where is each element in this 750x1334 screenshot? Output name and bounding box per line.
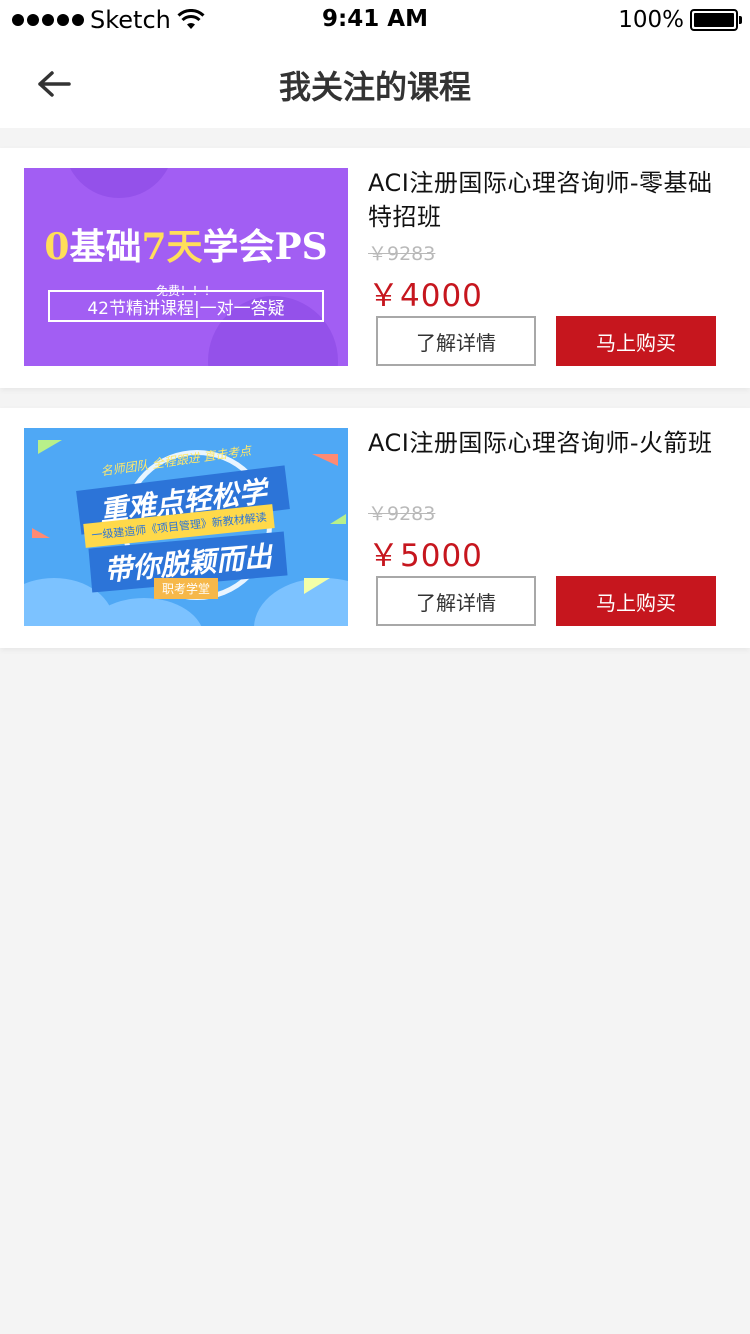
course-thumbnail[interactable]: 0基础7天学会PS 免费！！！ 42节精讲课程|一对一答疑 — [24, 168, 348, 366]
battery-percent: 100% — [618, 7, 684, 33]
nav-bar: 我关注的课程 — [0, 40, 750, 128]
sale-price: ￥4000 — [368, 278, 483, 314]
page-title: 我关注的课程 — [278, 68, 471, 106]
course-card[interactable]: 0基础7天学会PS 免费！！！ 42节精讲课程|一对一答疑 ACI注册国际心理咨… — [0, 148, 750, 388]
thumb-badge: 职考学堂 — [154, 578, 219, 599]
thumb-headline: 0基础7天学会PS — [44, 226, 328, 268]
status-bar: Sketch 9:41 AM 100% — [0, 0, 750, 40]
course-card[interactable]: 名师团队 全程跟进 直击考点 重难点轻松学 一级建造师《项目管理》新教材解读 带… — [0, 408, 750, 648]
buy-now-button[interactable]: 马上购买 — [556, 316, 716, 366]
view-details-button[interactable]: 了解详情 — [376, 316, 536, 366]
buy-now-button[interactable]: 马上购买 — [556, 576, 716, 626]
status-right: 100% — [618, 6, 742, 34]
thumb-box-label: 42节精讲课程|一对一答疑 — [48, 290, 324, 322]
battery-icon — [690, 9, 742, 31]
sale-price: ￥5000 — [368, 538, 483, 574]
view-details-button[interactable]: 了解详情 — [376, 576, 536, 626]
original-price: ￥9283 — [368, 503, 436, 525]
course-title[interactable]: ACI注册国际心理咨询师-零基础特招班 — [368, 166, 718, 234]
course-title[interactable]: ACI注册国际心理咨询师-火箭班 — [368, 426, 718, 460]
original-price: ￥9283 — [368, 243, 436, 265]
course-thumbnail[interactable]: 名师团队 全程跟进 直击考点 重难点轻松学 一级建造师《项目管理》新教材解读 带… — [24, 428, 348, 626]
